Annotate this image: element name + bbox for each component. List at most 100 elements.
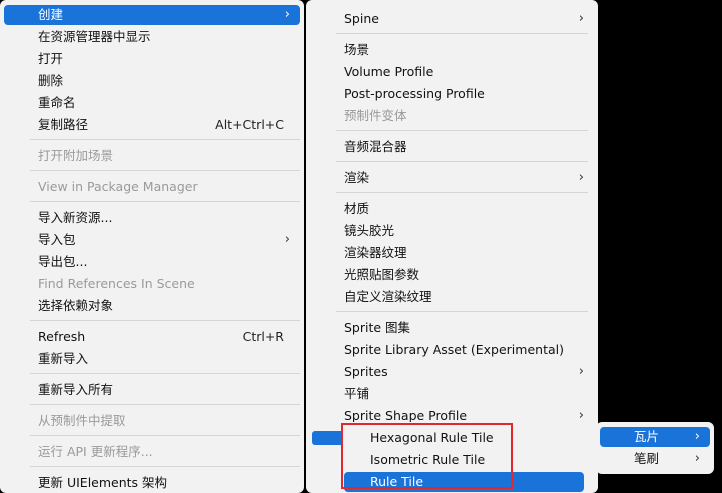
menu-item-material[interactable]: 材质 [310,199,594,219]
menu-item-label: Spine [344,11,379,26]
menu-item-label: 场景 [344,42,370,57]
menu-item-show-in-explorer[interactable]: 在资源管理器中显示 [4,27,300,47]
menu-item-reimport[interactable]: 重新导入 [4,349,300,369]
menu-item-update-uielements-schema[interactable]: 更新 UIElements 架构 [4,473,300,493]
menu-item-label: 从预制件中提取 [38,413,126,428]
menu-item-label: Sprites [344,364,388,379]
chevron-right-icon: › [694,429,700,444]
menu-item-label: 在资源管理器中显示 [38,29,151,44]
menu-item-post-processing-profile[interactable]: Post-processing Profile [310,84,594,104]
menu-item-label: 自定义渲染纹理 [344,289,432,304]
menu-item-volume-profile[interactable]: Volume Profile [310,62,594,82]
menu-item-label: 光照贴图参数 [344,267,420,282]
menu-item-open[interactable]: 打开 [4,49,300,69]
menu-item-label: Rule Tile [370,474,424,489]
menu-item-label: 重命名 [38,95,76,110]
menu-item-label: Hexagonal Rule Tile [370,430,494,445]
menu-item-find-references: Find References In Scene [4,274,300,294]
menu-item-label: 打开 [38,51,64,66]
menu-item-refresh[interactable]: Refresh Ctrl+R [4,327,300,347]
menu-item-tile-palette[interactable]: 平铺 [310,384,594,404]
menu-item-label: 选择依赖对象 [38,298,114,313]
menu-item-rename[interactable]: 重命名 [4,93,300,113]
menu-item-label: Sprite Shape Profile [344,408,468,423]
menu-item-label: 材质 [344,201,370,216]
menu-item-select-dependencies[interactable]: 选择依赖对象 [4,296,300,316]
menu-item-reimport-all[interactable]: 重新导入所有 [4,380,300,400]
menu-item-import-new-asset[interactable]: 导入新资源... [4,208,300,228]
chevron-right-icon: › [284,7,290,22]
menu-item-tile[interactable]: 瓦片 › [600,427,710,447]
menu-item-audio-mixer[interactable]: 音频混合器 [310,137,594,157]
menu-item-view-in-package-manager: View in Package Manager [4,177,300,197]
menu-item-sprites[interactable]: Sprites › [310,362,594,382]
menu-item-label: 创建 [38,7,64,22]
menu-separator [336,192,588,193]
chevron-right-icon: › [578,170,584,185]
menu-item-label: 导出包... [38,254,88,269]
menu-item-rendering[interactable]: 渲染 › [310,168,594,188]
menu-item-label: 平铺 [344,386,370,401]
menu-item-render-texture[interactable]: 渲染器纹理 [310,243,594,263]
menu-item-isometric-rule-tile[interactable]: Isometric Rule Tile [344,450,584,470]
menu-separator [30,201,300,202]
menu-item-import-package[interactable]: 导入包 › [4,230,300,250]
menu-separator [30,320,300,321]
menu-separator [336,33,588,34]
tile-submenu: 瓦片 › 笔刷 › [596,422,714,474]
shortcut-label: Alt+Ctrl+C [215,117,284,132]
menu-separator [30,139,300,140]
menu-item-label: 镜头胶光 [344,223,395,238]
menu-item-label: 重新导入所有 [38,382,114,397]
menu-item-label: View in Package Manager [38,179,198,194]
menu-item-label: 音频混合器 [344,139,407,154]
menu-item-extract-from-prefab: 从预制件中提取 [4,411,300,431]
menu-separator [336,130,588,131]
menu-separator [336,311,588,312]
menu-item-rule-tile[interactable]: Rule Tile [344,472,584,492]
menu-item-lens-flare[interactable]: 镜头胶光 [310,221,594,241]
menu-item-label: 导入新资源... [38,210,113,225]
menu-separator [30,373,300,374]
menu-item-label: Isometric Rule Tile [370,452,486,467]
menu-item-label: Refresh [38,329,86,344]
menu-item-label: 复制路径 [38,117,89,132]
menu-item-label: Find References In Scene [38,276,195,291]
menu-item-sprite-library-asset[interactable]: Sprite Library Asset (Experimental) [310,340,594,360]
menu-separator [30,435,300,436]
shortcut-label: Ctrl+R [242,329,284,344]
menu-separator [30,170,300,171]
menu-item-label: Volume Profile [344,64,434,79]
menu-separator [336,161,588,162]
menu-item-create[interactable]: 创建 › [4,5,300,25]
menu-item-label: 渲染器纹理 [344,245,407,260]
menu-item-open-additive-scene: 打开附加场景 [4,146,300,166]
menu-item-label: 更新 UIElements 架构 [38,475,168,490]
menu-item-label: 重新导入 [38,351,89,366]
menu-separator [30,404,300,405]
menu-item-spine[interactable]: Spine › [310,9,594,29]
menu-item-label: 预制件变体 [344,108,407,123]
menu-item-label: 运行 API 更新程序... [38,444,153,459]
menu-item-run-api-updater: 运行 API 更新程序... [4,442,300,462]
menu-item-sprite-atlas[interactable]: Sprite 图集 [310,318,594,338]
menu-item-prefab-variant: 预制件变体 [310,106,594,126]
menu-item-scene[interactable]: 场景 [310,40,594,60]
menu-item-label: Post-processing Profile [344,86,485,101]
menu-item-label: 笔刷 [634,451,660,466]
menu-item-label: 瓦片 [634,429,660,444]
menu-item-brush[interactable]: 笔刷 › [600,449,710,469]
menu-item-copy-path[interactable]: 复制路径 Alt+Ctrl+C [4,115,300,135]
menu-item-label: 删除 [38,73,64,88]
chevron-right-icon: › [694,451,700,466]
create-submenu: Spine › 场景 Volume Profile Post-processin… [306,0,598,493]
context-menu: 创建 › 在资源管理器中显示 打开 删除 重命名 复制路径 Alt+Ctrl+C… [0,0,304,493]
menu-item-delete[interactable]: 删除 [4,71,300,91]
menu-item-export-package[interactable]: 导出包... [4,252,300,272]
menu-item-hexagonal-rule-tile[interactable]: Hexagonal Rule Tile [344,428,584,448]
menu-item-label: 导入包 [38,232,76,247]
menu-item-label: 渲染 [344,170,370,185]
menu-item-lightmap-parameters[interactable]: 光照贴图参数 [310,265,594,285]
menu-item-label: Sprite Library Asset (Experimental) [344,342,564,357]
menu-item-custom-render-texture[interactable]: 自定义渲染纹理 [310,287,594,307]
